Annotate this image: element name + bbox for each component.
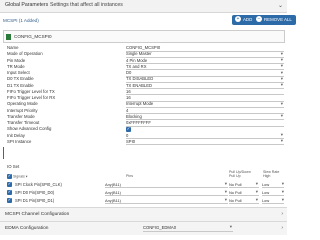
signals-toggle[interactable]: Signals ▾ <box>7 173 28 179</box>
pins-header: Pins <box>126 174 133 178</box>
signal-row: SPI D1 Pin(SPI0_D1) Any(B11)No PullLow <box>7 197 285 204</box>
property-select[interactable]: SPI0 <box>126 138 284 146</box>
property-label: D1 TX Enable <box>7 82 34 88</box>
pull-header-line2: Pull Up <box>229 174 241 178</box>
property-label: Input Select <box>7 70 30 75</box>
plus-icon: + <box>235 16 241 23</box>
property-label: Mode of Operation <box>7 51 43 57</box>
property-label: Operating Mode <box>7 101 38 107</box>
chevron-down-icon[interactable]: ⌄ <box>278 2 283 9</box>
edma-config-section[interactable]: EDMA Configuration CONFIG_EDMA0 › <box>0 221 287 235</box>
signal-slew-select[interactable]: Low <box>262 197 284 204</box>
property-label: Init Delay <box>7 132 25 138</box>
property-label: Show Advanced Config <box>7 126 52 132</box>
section-title: MCSPI Channel Configuration <box>5 212 70 217</box>
signal-name: SPI D0 Pin(SPI0_D0) <box>15 190 55 195</box>
signal-pull-select[interactable]: No Pull <box>229 181 259 188</box>
property-label: Pin Mode <box>7 57 26 63</box>
signal-slew-select[interactable]: Low <box>262 181 284 188</box>
advanced-config-checkbox[interactable] <box>126 126 131 132</box>
chevron-right-icon: › <box>281 225 283 231</box>
edma-config-select[interactable]: CONFIG_EDMA0 <box>143 224 233 232</box>
property-label: Interrupt Priority <box>7 107 38 113</box>
property-label: Name <box>7 45 19 50</box>
signal-checkbox[interactable] <box>7 189 12 195</box>
remove-all-button[interactable]: − REMOVE ALL <box>253 15 296 25</box>
config-instance-name: CONFIG_MCSPI0 <box>14 34 52 39</box>
global-parameters-header[interactable]: Global Parameters Settings that affect a… <box>0 0 287 13</box>
mcspi-channel-config-section[interactable]: MCSPI Channel Configuration › <box>0 207 287 221</box>
minus-icon: − <box>256 16 262 23</box>
global-parameters-title: Global Parameters <box>5 2 49 8</box>
signal-checkbox[interactable] <box>7 181 12 187</box>
property-label: FIFo Trigger Level for RX <box>7 95 56 100</box>
signal-row: SPI D0 Pin(SPI0_D0) Any(B11)No PullLow <box>7 189 285 196</box>
section-title: EDMA Configuration <box>5 226 49 231</box>
config-instance-header[interactable]: CONFIG_MCSPI0 <box>3 30 285 43</box>
signal-pin-select[interactable]: Any(B11) <box>105 181 228 188</box>
remove-all-button-label: REMOVE ALL <box>264 17 292 22</box>
signal-pin-select[interactable]: Any(B11) <box>105 197 228 204</box>
io-set-title: IO Set <box>7 164 20 169</box>
signals-checkbox[interactable] <box>7 173 12 179</box>
signal-pin-select[interactable]: Any(B11) <box>105 189 228 196</box>
property-label: D0 TX Enable <box>7 76 34 82</box>
add-button-label: ADD <box>243 17 253 22</box>
property-input[interactable]: 0xFFFFFFFF <box>126 120 284 127</box>
instances-count-label: MCSPI (1 Added) <box>3 18 39 23</box>
instances-bar: MCSPI (1 Added) + ADD − REMOVE ALL <box>0 13 296 28</box>
signals-header: Signals <box>13 174 25 179</box>
focus-indicator <box>3 147 5 159</box>
signal-pull-select[interactable]: No Pull <box>229 197 259 204</box>
property-label: SPI Instance <box>7 138 32 144</box>
instance-chip-icon <box>6 34 11 40</box>
global-parameters-subtitle: Settings that affect all instances <box>50 2 123 8</box>
signal-pull-select[interactable]: No Pull <box>229 189 259 196</box>
signal-checkbox[interactable] <box>7 197 12 203</box>
property-label: FIFo Trigger Level for TX <box>7 88 55 94</box>
signal-slew-select[interactable]: Low <box>262 189 284 196</box>
signal-name: SPI D1 Pin(SPI0_D1) <box>15 198 55 203</box>
property-label: Transfer Timeout <box>7 120 40 125</box>
signal-row: SPI Clock Pin(SPI0_CLK) Any(B11)No PullLo… <box>7 181 285 188</box>
chevron-right-icon: › <box>281 211 283 217</box>
slew-header-line2: High <box>263 174 271 178</box>
signal-name: SPI Clock Pin(SPI0_CLK) <box>15 182 62 187</box>
property-label: TR Mode <box>7 63 25 69</box>
chevron-down-icon: ▾ <box>25 174 28 179</box>
property-label: Transfer Mode <box>7 113 35 119</box>
